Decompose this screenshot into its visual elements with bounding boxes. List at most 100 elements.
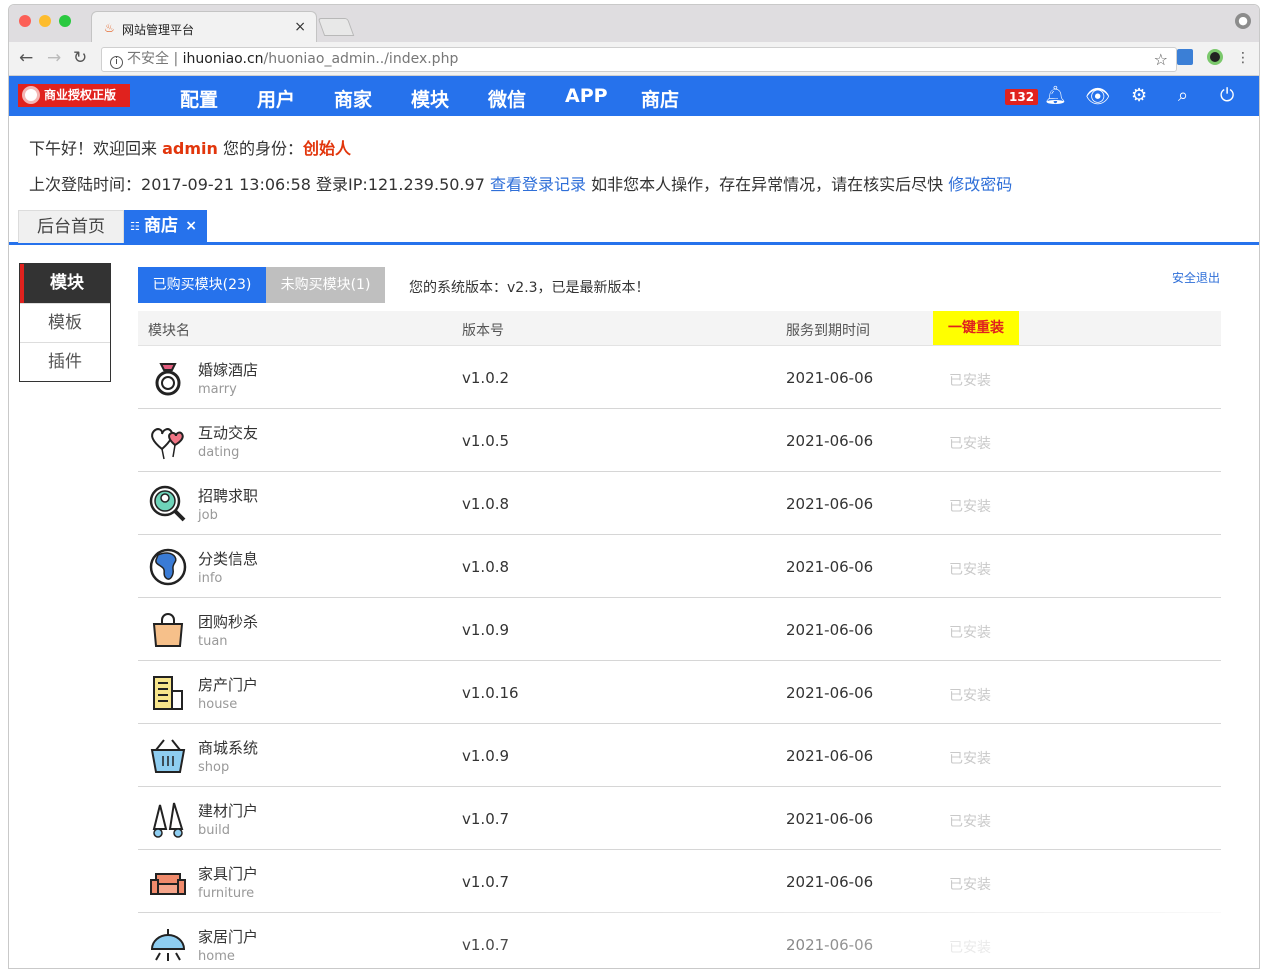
new-tab-button[interactable]	[317, 18, 355, 36]
module-row[interactable]: 婚嫁酒店 marry v1.0.2 2021-06-06 已安装	[138, 346, 1221, 409]
module-name: 婚嫁酒店	[198, 361, 259, 379]
power-icon[interactable]: ⏻	[1220, 87, 1234, 105]
tab-close-icon[interactable]: ×	[185, 210, 197, 243]
url-host: ihuoniao.cn	[182, 51, 264, 67]
menu-config[interactable]: 配置	[180, 85, 218, 112]
module-row[interactable]: 团购秒杀 tuan v1.0.9 2021-06-06 已安装	[138, 598, 1221, 661]
seal-icon	[22, 86, 40, 104]
tab-dashboard[interactable]: 后台首页	[18, 210, 124, 243]
greeting-text: 下午好！欢迎回来	[29, 139, 158, 158]
gear-icon[interactable]: ⚙	[1131, 87, 1147, 105]
role-label: 您的身份：	[223, 139, 304, 158]
url-separator: |	[173, 51, 183, 67]
module-installed-status: 已安装	[949, 688, 991, 704]
last-login-time: 2017-09-21 13:06:58	[141, 175, 311, 194]
grid-icon: ☷	[130, 220, 140, 233]
ring-icon	[148, 358, 188, 398]
module-expire-date: 2021-06-06	[786, 621, 874, 639]
module-row[interactable]: 房产门户 house v1.0.16 2021-06-06 已安装	[138, 661, 1221, 724]
column-version: 版本号	[462, 323, 504, 339]
module-name: 家具门户	[198, 865, 259, 883]
bottom-fade	[389, 910, 1259, 968]
notification-count-badge[interactable]: 132	[1005, 89, 1039, 105]
browser-menu-icon[interactable]: ⋮	[1236, 49, 1250, 67]
profile-icon[interactable]: ●	[1235, 13, 1251, 29]
system-version-text: 您的系统版本：v2.3，已是最新版本！	[409, 280, 650, 296]
search-icon[interactable]: ⌕	[1178, 87, 1188, 105]
minimize-window-button[interactable]	[39, 15, 51, 27]
purchased-modules-button[interactable]: 已购买模块(23)	[138, 267, 266, 303]
logout-link[interactable]: 安全退出	[1172, 269, 1220, 286]
close-window-button[interactable]	[19, 15, 31, 27]
module-row[interactable]: 商城系统 shop v1.0.9 2021-06-06 已安装	[138, 724, 1221, 787]
module-installed-status: 已安装	[949, 499, 991, 515]
sidebar-item-templates[interactable]: 模板	[20, 303, 110, 342]
back-arrow-icon[interactable]: ←	[19, 49, 33, 67]
license-label: 商业授权正版	[44, 88, 117, 102]
module-code: furniture	[198, 886, 255, 901]
module-installed-status: 已安装	[949, 625, 991, 641]
sidebar-item-modules[interactable]: 模块	[20, 264, 110, 303]
shopping-bag-icon	[148, 610, 188, 650]
module-code: dating	[198, 445, 240, 460]
role-value: 创始人	[303, 139, 352, 158]
module-code: marry	[198, 382, 237, 397]
maximize-window-button[interactable]	[59, 15, 71, 27]
sidebar-item-plugins[interactable]: 插件	[20, 342, 110, 381]
extension-camera-icon[interactable]	[1207, 49, 1223, 65]
module-name: 互动交友	[198, 424, 259, 442]
browser-window: ♨ 网站管理平台 × ● ← → ↻ i 不安全 | ihuoniao.cn/hu…	[8, 4, 1260, 969]
magnifier-person-icon	[148, 484, 188, 524]
bookmark-star-icon[interactable]: ☆	[1154, 48, 1168, 71]
reinstall-all-button[interactable]: 一键重装	[933, 311, 1019, 345]
page-tabs: 后台首页 ☷ 商店 ×	[9, 210, 1259, 245]
login-info-line: 上次登陆时间：2017-09-21 13:06:58 登录IP:121.239.…	[29, 171, 1012, 195]
tab-close-icon[interactable]: ×	[294, 19, 306, 35]
tools-icon	[148, 799, 188, 839]
change-password-link[interactable]: 修改密码	[948, 175, 1012, 194]
address-bar[interactable]: i 不安全 | ihuoniao.cn/huoniao_admin../index…	[101, 47, 1177, 72]
module-code: shop	[198, 760, 230, 775]
module-version: v1.0.7	[462, 873, 510, 891]
module-expire-date: 2021-06-06	[786, 747, 874, 765]
module-version: v1.0.7	[462, 810, 510, 828]
bell-icon[interactable]: 🔔︎	[1044, 87, 1067, 105]
forward-arrow-icon[interactable]: →	[47, 49, 61, 67]
module-row[interactable]: 家具门户 furniture v1.0.7 2021-06-06 已安装	[138, 850, 1221, 913]
view-login-log-link[interactable]: 查看登录记录	[490, 175, 586, 194]
unpurchased-modules-button[interactable]: 未购买模块(1)	[266, 267, 385, 303]
module-row[interactable]: 分类信息 info v1.0.8 2021-06-06 已安装	[138, 535, 1221, 598]
security-label: 不安全	[127, 51, 169, 67]
module-installed-status: 已安装	[949, 751, 991, 767]
column-expire: 服务到期时间	[786, 323, 870, 339]
browser-tab[interactable]: ♨ 网站管理平台 ×	[91, 11, 317, 43]
extension-s-icon[interactable]	[1177, 49, 1193, 65]
module-version: v1.0.9	[462, 621, 510, 639]
module-row[interactable]: 互动交友 dating v1.0.5 2021-06-06 已安装	[138, 409, 1221, 472]
tab-title: 网站管理平台	[122, 23, 195, 37]
reload-icon[interactable]: ↻	[73, 49, 87, 67]
menu-app[interactable]: APP	[565, 85, 608, 107]
module-installed-status: 已安装	[949, 814, 991, 830]
menu-wechat[interactable]: 微信	[488, 85, 526, 112]
license-badge: 商业授权正版	[18, 84, 130, 107]
module-name: 房产门户	[198, 676, 259, 694]
menu-merchants[interactable]: 商家	[334, 85, 372, 112]
info-icon[interactable]: i	[110, 56, 123, 69]
menu-modules[interactable]: 模块	[411, 85, 449, 112]
module-code: job	[198, 508, 218, 523]
tab-store[interactable]: ☷ 商店 ×	[124, 210, 207, 243]
module-code: info	[198, 571, 223, 586]
module-code: build	[198, 823, 230, 838]
module-installed-status: 已安装	[949, 877, 991, 893]
module-expire-date: 2021-06-06	[786, 432, 874, 450]
menu-store[interactable]: 商店	[641, 85, 679, 112]
module-installed-status: 已安装	[949, 562, 991, 578]
login-ip: 121.239.50.97	[367, 175, 485, 194]
module-row[interactable]: 建材门户 build v1.0.7 2021-06-06 已安装	[138, 787, 1221, 850]
building-icon	[148, 673, 188, 713]
module-name: 商城系统	[198, 739, 259, 757]
module-row[interactable]: 招聘求职 job v1.0.8 2021-06-06 已安装	[138, 472, 1221, 535]
eye-icon[interactable]: 👁︎	[1085, 86, 1110, 106]
menu-users[interactable]: 用户	[257, 85, 295, 112]
